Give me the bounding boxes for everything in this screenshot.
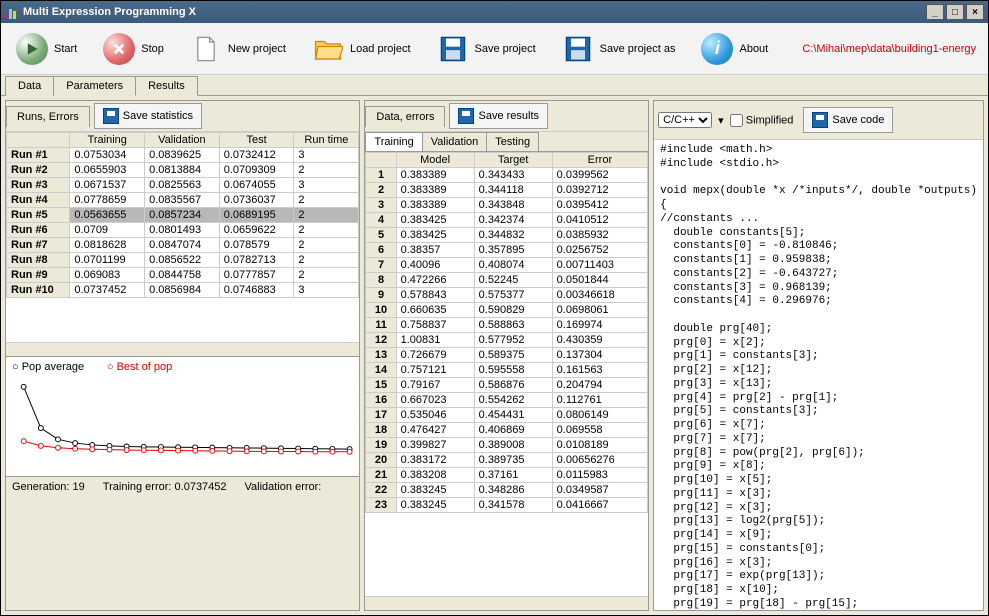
data-errors-tab[interactable]: Data, errors bbox=[365, 106, 445, 127]
code-pane: C/C++ ▾ Simplified Save code #include <m… bbox=[653, 100, 984, 611]
stop-button[interactable]: Stop bbox=[92, 27, 175, 71]
subtab-training[interactable]: Training bbox=[365, 132, 422, 151]
table-row[interactable]: 40.3834250.3423740.0410512 bbox=[366, 213, 648, 228]
column-header[interactable]: Target bbox=[474, 153, 552, 168]
save-project-button[interactable]: Save project bbox=[426, 27, 547, 71]
table-row[interactable]: Run #10.07530340.08396250.07324123 bbox=[7, 148, 359, 163]
column-header[interactable]: Validation bbox=[145, 133, 220, 148]
main-tabs: Data Parameters Results bbox=[1, 75, 988, 96]
subtab-validation[interactable]: Validation bbox=[422, 132, 488, 151]
start-button[interactable]: Start bbox=[5, 27, 88, 71]
save-statistics-button[interactable]: Save statistics bbox=[94, 103, 202, 129]
column-header[interactable] bbox=[366, 153, 396, 168]
table-row[interactable]: 100.6606350.5908290.0698061 bbox=[366, 303, 648, 318]
table-row[interactable]: Run #90.0690830.08447580.07778572 bbox=[7, 268, 359, 283]
scrollbar[interactable] bbox=[6, 342, 359, 356]
legend-best-of-pop: ○ Best of pop bbox=[107, 361, 182, 373]
table-row[interactable]: 121.008310.5779520.430359 bbox=[366, 333, 648, 348]
code-view[interactable]: #include <math.h> #include <stdio.h> voi… bbox=[654, 140, 983, 610]
save-project-as-button[interactable]: Save project as bbox=[551, 27, 687, 71]
table-row[interactable]: 230.3832450.3415780.0416667 bbox=[366, 498, 648, 513]
table-row[interactable]: 150.791670.5868760.204794 bbox=[366, 378, 648, 393]
table-row[interactable]: 30.3833890.3438480.0395412 bbox=[366, 198, 648, 213]
table-row[interactable]: 20.3833890.3441180.0392712 bbox=[366, 183, 648, 198]
save-icon bbox=[458, 108, 474, 124]
tab-parameters[interactable]: Parameters bbox=[53, 76, 136, 96]
table-row[interactable]: 80.4722660.522450.0501844 bbox=[366, 273, 648, 288]
table-row[interactable]: Run #60.07090.08014930.06596222 bbox=[7, 223, 359, 238]
minimize-button[interactable]: _ bbox=[926, 4, 944, 20]
save-icon bbox=[103, 108, 119, 124]
table-row[interactable]: 200.3831720.3897350.00656276 bbox=[366, 453, 648, 468]
runs-grid[interactable]: TrainingValidationTestRun timeRun #10.07… bbox=[6, 132, 359, 342]
subtab-testing[interactable]: Testing bbox=[486, 132, 539, 151]
language-select[interactable]: C/C++ bbox=[658, 112, 712, 128]
table-row[interactable]: 70.400960.4080740.00711403 bbox=[366, 258, 648, 273]
tab-results[interactable]: Results bbox=[135, 76, 198, 96]
table-row[interactable]: 160.6670230.5542620.112761 bbox=[366, 393, 648, 408]
table-row[interactable]: Run #50.05636550.08572340.06891952 bbox=[7, 208, 359, 223]
table-row[interactable]: 60.383570.3578950.0256752 bbox=[366, 243, 648, 258]
column-header[interactable]: Model bbox=[396, 153, 474, 168]
work-area: Runs, Errors Save statistics TrainingVal… bbox=[1, 96, 988, 615]
stop-icon bbox=[103, 33, 135, 65]
results-grid[interactable]: ModelTargetError10.3833890.3434330.03995… bbox=[365, 152, 648, 596]
info-icon: i bbox=[701, 33, 733, 65]
legend-pop-average: ○ Pop average bbox=[12, 361, 94, 373]
window-title: Multi Expression Programming X bbox=[23, 6, 196, 18]
column-header[interactable]: Run time bbox=[294, 133, 359, 148]
column-header[interactable]: Training bbox=[70, 133, 145, 148]
column-header[interactable] bbox=[7, 133, 70, 148]
table-row[interactable]: Run #70.08186280.08470740.0785792 bbox=[7, 238, 359, 253]
table-row[interactable]: Run #80.07011990.08565220.07827132 bbox=[7, 253, 359, 268]
table-row[interactable]: Run #20.06559030.08138840.07093092 bbox=[7, 163, 359, 178]
table-row[interactable]: Run #30.06715370.08255630.06740553 bbox=[7, 178, 359, 193]
table-row[interactable]: 10.3833890.3434330.0399562 bbox=[366, 168, 648, 183]
table-row[interactable]: 180.4764270.4068690.069558 bbox=[366, 423, 648, 438]
table-row[interactable]: 110.7588370.5888630.169974 bbox=[366, 318, 648, 333]
save-icon bbox=[812, 112, 828, 128]
column-header[interactable]: Test bbox=[219, 133, 294, 148]
error-chart: ○ Pop average ○ Best of pop bbox=[6, 356, 359, 476]
scrollbar[interactable] bbox=[365, 596, 648, 610]
table-row[interactable]: 210.3832080.371610.0115983 bbox=[366, 468, 648, 483]
table-row[interactable]: Run #40.07786590.08355670.07360372 bbox=[7, 193, 359, 208]
table-row[interactable]: 170.5350460.4544310.0806149 bbox=[366, 408, 648, 423]
status-line: Generation: 19 Training error: 0.0737452… bbox=[6, 476, 359, 497]
folder-open-icon bbox=[312, 33, 344, 65]
save-code-button[interactable]: Save code bbox=[803, 107, 893, 133]
column-header[interactable]: Error bbox=[552, 153, 647, 168]
chevron-down-icon: ▾ bbox=[718, 114, 724, 127]
runs-errors-tab[interactable]: Runs, Errors bbox=[6, 106, 90, 127]
table-row[interactable]: 220.3832450.3482860.0349587 bbox=[366, 483, 648, 498]
table-row[interactable]: 50.3834250.3448320.0385932 bbox=[366, 228, 648, 243]
save-icon bbox=[437, 33, 469, 65]
simplified-checkbox[interactable] bbox=[730, 114, 743, 127]
app-window: Multi Expression Programming X _ □ × Sta… bbox=[0, 0, 989, 616]
play-icon bbox=[16, 33, 48, 65]
data-errors-pane: Data, errors Save results Training Valid… bbox=[364, 100, 649, 611]
save-results-button[interactable]: Save results bbox=[449, 103, 548, 129]
about-button[interactable]: i About bbox=[690, 27, 779, 71]
toolbar: Start Stop New project Load project Save… bbox=[1, 23, 988, 75]
table-row[interactable]: 130.7266790.5893750.137304 bbox=[366, 348, 648, 363]
file-path-label: C:\Mihai\mep\data\building1-energy bbox=[794, 43, 984, 55]
runs-pane: Runs, Errors Save statistics TrainingVal… bbox=[5, 100, 360, 611]
load-project-button[interactable]: Load project bbox=[301, 27, 422, 71]
table-row[interactable]: 190.3998270.3890080.0108189 bbox=[366, 438, 648, 453]
new-file-icon bbox=[190, 33, 222, 65]
table-row[interactable]: Run #100.07374520.08569840.07468833 bbox=[7, 283, 359, 298]
table-row[interactable]: 140.7571210.5955580.161563 bbox=[366, 363, 648, 378]
simplified-checkbox-label[interactable]: Simplified bbox=[730, 114, 794, 127]
table-row[interactable]: 90.5788430.5753770.00346618 bbox=[366, 288, 648, 303]
titlebar[interactable]: Multi Expression Programming X _ □ × bbox=[1, 1, 988, 23]
maximize-button[interactable]: □ bbox=[946, 4, 964, 20]
tab-data[interactable]: Data bbox=[5, 76, 54, 96]
save-as-icon bbox=[562, 33, 594, 65]
new-project-button[interactable]: New project bbox=[179, 27, 297, 71]
app-icon bbox=[5, 5, 19, 19]
close-button[interactable]: × bbox=[966, 4, 984, 20]
